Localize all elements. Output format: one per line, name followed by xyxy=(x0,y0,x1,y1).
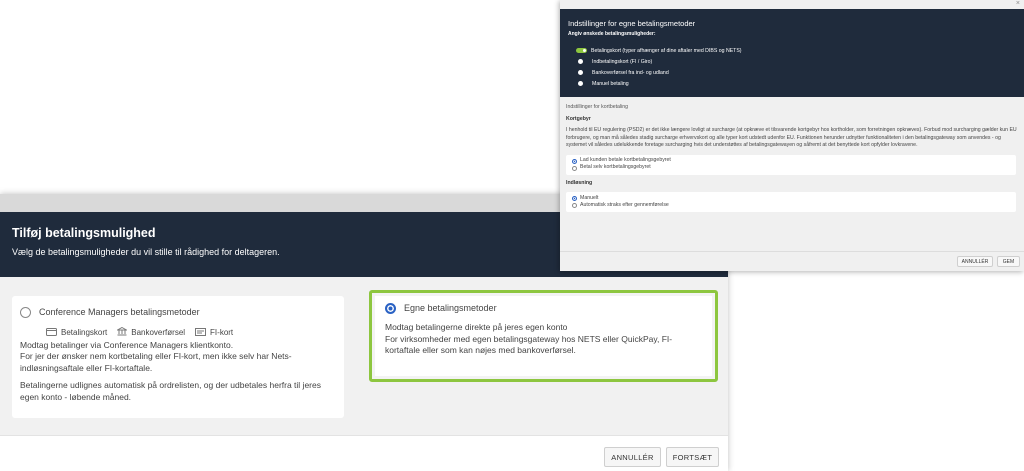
fee-option-self[interactable]: Betal selv kortbetalingsgebyret xyxy=(572,164,1010,172)
radio-capture-auto[interactable] xyxy=(572,203,577,209)
radio-capture-manual[interactable] xyxy=(572,196,577,202)
radio-fee-self[interactable] xyxy=(572,165,577,171)
method-bankoverforsel: Bankoverførsel xyxy=(115,327,185,340)
radio-own-methods[interactable] xyxy=(385,302,396,314)
settings-save-button[interactable]: GEM xyxy=(997,256,1020,267)
fi-card-icon xyxy=(195,327,207,340)
card-settings-heading: Indstillinger for kortbetaling xyxy=(566,104,628,110)
option-title-own: Egne betalingsmetoder xyxy=(404,303,497,313)
fee-heading: Kortgebyr xyxy=(566,115,591,122)
settings-header: Indstillinger for egne betalingsmetoder … xyxy=(560,9,1024,97)
settings-title: Indstillinger for egne betalingsmetoder xyxy=(568,19,696,28)
fee-description: I henhold til EU regulering (PSD2) er de… xyxy=(566,127,1017,149)
option-title-conference-manager: Conference Managers betalingsmetoder xyxy=(39,307,200,317)
continue-button[interactable]: FORTSÆT xyxy=(666,447,719,467)
cancel-button[interactable]: ANNULLÉR xyxy=(604,447,661,467)
bullet-icon xyxy=(578,70,583,75)
settings-body: Indstillinger for kortbetaling Kortgebyr… xyxy=(560,97,1024,224)
option-desc-2: For jer der ønsker nem kortbetaling elle… xyxy=(20,351,292,373)
option-betalingskort[interactable]: Betalingskort (typer afhænger af dine af… xyxy=(568,45,1016,56)
option-card-conference-manager[interactable]: Conference Managers betalingsmetoder Bet… xyxy=(12,296,344,418)
credit-card-icon xyxy=(46,327,57,340)
method-fi-kort: FI-kort xyxy=(195,327,233,340)
option-indbetalingskort[interactable]: Indbetalingskort (FI / Giro) xyxy=(568,56,1016,67)
settings-prompt: Angiv ønskede betalingsmuligheder: xyxy=(568,31,656,37)
capture-heading: Indløsning xyxy=(566,179,593,186)
payment-options-list: Betalingskort (typer afhænger af dine af… xyxy=(568,45,1016,89)
radio-fee-customer[interactable] xyxy=(572,158,577,164)
option-bankoverforsel[interactable]: Bankoverførsel fra ind- og udland xyxy=(568,67,1016,78)
option-manuel-betaling[interactable]: Manuel betaling xyxy=(568,78,1016,89)
option-own-desc-2: For virksomheder med egen betalingsgatew… xyxy=(385,333,673,356)
bullet-icon xyxy=(578,81,583,86)
settings-cancel-button[interactable]: ANNULLÉR xyxy=(957,256,993,267)
capture-options-card: Manuelt Automatisk straks efter gennemfø… xyxy=(566,192,1016,213)
capture-option-auto[interactable]: Automatisk straks efter gennemførelse xyxy=(572,202,1010,209)
footer-divider xyxy=(560,251,1024,252)
bullet-icon xyxy=(578,59,583,64)
option-own-desc-1: Modtag betalingerne direkte på jeres ege… xyxy=(385,322,568,333)
bank-icon xyxy=(115,327,129,340)
close-icon[interactable]: × xyxy=(1016,0,1020,7)
method-list: Betalingskort Bankoverførsel FI-kort xyxy=(46,327,336,340)
radio-conference-manager[interactable] xyxy=(20,306,31,318)
option-card-own[interactable]: Egne betalingsmetoder Modtag betalingern… xyxy=(375,296,712,376)
fee-options-card: Lad kunden betale kortbetalingsgebyret B… xyxy=(566,154,1016,175)
dialog-footer: ANNULLÉR FORTSÆT xyxy=(0,435,728,471)
method-betalingskort: Betalingskort xyxy=(46,327,107,340)
own-payment-settings-dialog: × Indstillinger for egne betalingsmetode… xyxy=(560,0,1024,271)
option-card-own-selected[interactable]: Egne betalingsmetoder Modtag betalingern… xyxy=(369,290,718,382)
toggle-on-icon[interactable] xyxy=(576,48,587,53)
option-desc-3: Betalingerne udlignes automatisk på ordr… xyxy=(20,380,321,402)
option-desc-1: Modtag betalinger via Conference Manager… xyxy=(20,339,234,350)
